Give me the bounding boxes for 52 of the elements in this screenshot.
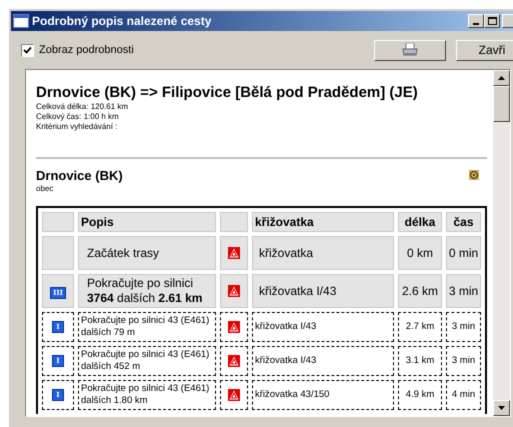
route-info: Kritérium vyhledávání : [36, 122, 118, 132]
scroll-down-button[interactable] [493, 400, 510, 416]
junction-cell: křižovatka 43/150 [252, 380, 394, 410]
minimize-button[interactable] [468, 14, 484, 28]
time-cell: 3 min [446, 312, 481, 342]
minimize-icon [473, 23, 479, 25]
scroll-up-button[interactable] [493, 70, 510, 86]
section-title: Drnovice (BK) [36, 168, 124, 184]
time-cell: 3 min [446, 346, 481, 376]
warning-sign-icon [228, 285, 240, 298]
description-cell: Pokračujte po silnici 43 (E461) dalších 1.80 km [78, 380, 216, 410]
column-header: čas [453, 215, 474, 229]
maximize-icon [488, 17, 496, 25]
target-icon [469, 170, 479, 180]
window-title: Podrobný popis nalezené cesty [32, 13, 212, 30]
checkbox[interactable] [21, 44, 34, 56]
window-icon [13, 14, 29, 28]
warning-sign-icon [228, 247, 240, 260]
warning-sign-icon [228, 320, 240, 333]
junction-cell: křižovatka I/43 [252, 312, 394, 342]
time-cell: 3 min [446, 274, 481, 308]
maximize-button[interactable] [484, 14, 500, 28]
column-header: křižovatka [255, 215, 314, 229]
length-cell: 4.9 km [398, 380, 442, 410]
up-arrow-icon [498, 76, 505, 80]
column-header: délka [404, 215, 436, 229]
description-cell: Pokračujte po silnici 3764 dalších 2.61 km [78, 274, 216, 308]
length-cell: 2.7 km [398, 312, 442, 342]
print-button[interactable] [374, 40, 446, 60]
junction-cell: křižovatka [252, 236, 394, 270]
length-cell: 3.1 km [398, 346, 442, 376]
description-cell: Pokračujte po silnici 43 (E461) dalších 79 m [78, 312, 216, 342]
checkbox-label: Zobraz podrobnosti [39, 42, 134, 58]
time-cell: 0 min [446, 236, 481, 270]
printer-icon [402, 43, 418, 57]
time-cell: 4 min [446, 380, 481, 410]
column-header: Popis [81, 215, 114, 229]
warning-sign-icon [228, 388, 240, 401]
description-cell: Pokračujte po silnici 43 (E461) dalších 452 m [78, 346, 216, 376]
section-subtitle: obec [36, 184, 54, 194]
route-info: Celková délka: 120.61 km [36, 102, 130, 112]
junction-cell: křižovatka I/43 [252, 274, 394, 308]
close-button[interactable]: Zavři [456, 40, 513, 60]
down-arrow-icon [498, 406, 505, 410]
junction-cell: křižovatka I/43 [252, 346, 394, 376]
route-info: Celkový čas: 1:00 h km [36, 112, 120, 122]
length-cell: 0 km [398, 236, 442, 270]
scrollbar-thumb[interactable] [493, 86, 510, 122]
description-cell: Začátek trasy [78, 236, 216, 270]
length-cell: 2.6 km [398, 274, 442, 308]
warning-sign-icon [228, 354, 240, 367]
route-title: Drnovice (BK) => Filipovice [Bělá pod Pradědem] (JE) [36, 84, 419, 102]
